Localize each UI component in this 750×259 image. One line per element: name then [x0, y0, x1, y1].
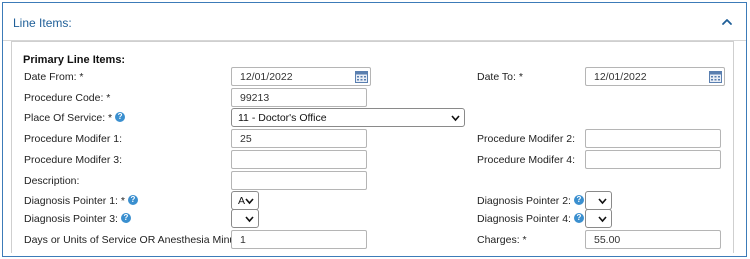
calendar-icon[interactable] — [709, 70, 722, 83]
modifier-1-input[interactable]: 25 — [231, 129, 367, 148]
date-from-value: 12/01/2022 — [240, 71, 293, 83]
help-icon[interactable]: ? — [115, 112, 126, 123]
date-from-input[interactable]: 12/01/2022 — [231, 67, 371, 86]
diagnosis-pointer-2-select[interactable] — [585, 191, 612, 210]
place-of-service-label-text: Place Of Service: * — [24, 112, 113, 124]
chevron-down-icon — [245, 198, 254, 205]
modifier-4-label: Procedure Modifer 4: — [477, 154, 576, 166]
place-of-service-select[interactable]: 11 - Doctor's Office — [231, 108, 465, 127]
chevron-down-icon — [451, 115, 460, 122]
diagnosis-pointer-1-label-text: Diagnosis Pointer 1: * — [24, 195, 125, 207]
diagnosis-pointer-2-label: Diagnosis Pointer 2:? — [477, 195, 584, 207]
description-input[interactable] — [231, 171, 367, 190]
date-to-value: 12/01/2022 — [594, 71, 647, 83]
help-icon[interactable]: ? — [120, 213, 131, 224]
diagnosis-pointer-3-select[interactable] — [231, 209, 259, 228]
diagnosis-pointer-3-label: Diagnosis Pointer 3:? — [24, 213, 131, 225]
chevron-down-icon — [245, 216, 254, 223]
days-units-label: Days or Units of Service OR Anesthesia M… — [24, 234, 257, 246]
diagnosis-pointer-4-label-text: Diagnosis Pointer 4: — [477, 213, 571, 225]
diagnosis-pointer-1-label: Diagnosis Pointer 1: *? — [24, 195, 138, 207]
help-icon[interactable]: ? — [127, 195, 138, 206]
place-of-service-label: Place Of Service: *? — [24, 112, 126, 124]
charges-label: Charges: * — [477, 234, 527, 246]
diagnosis-pointer-1-select[interactable]: A — [231, 191, 259, 210]
date-from-label: Date From: * — [24, 71, 84, 83]
diagnosis-pointer-4-select[interactable] — [585, 209, 612, 228]
modifier-3-label: Procedure Modifer 3: — [24, 154, 123, 166]
modifier-4-input[interactable] — [585, 150, 721, 169]
modifier-2-label: Procedure Modifer 2: — [477, 133, 576, 145]
section-title: Primary Line Items: — [23, 54, 126, 66]
procedure-code-value: 99213 — [240, 92, 270, 104]
date-to-input[interactable]: 12/01/2022 — [585, 67, 725, 86]
diagnosis-pointer-4-label: Diagnosis Pointer 4:? — [477, 213, 584, 225]
date-to-label: Date To: * — [477, 71, 523, 83]
chevron-down-icon — [598, 216, 607, 223]
calendar-icon[interactable] — [355, 70, 368, 83]
modifier-3-input[interactable] — [231, 150, 367, 169]
charges-value: 55.00 — [594, 234, 621, 246]
procedure-code-label: Procedure Code: * — [24, 92, 111, 104]
description-label: Description: — [24, 175, 80, 187]
diagnosis-pointer-1-value: A — [238, 195, 246, 207]
modifier-1-value: 25 — [240, 133, 252, 145]
panel-title: Line Items: — [13, 16, 72, 30]
help-icon[interactable]: ? — [573, 213, 584, 224]
panel-header[interactable]: Line Items: — [3, 3, 746, 41]
days-units-value: 1 — [240, 234, 246, 246]
place-of-service-value: 11 - Doctor's Office — [238, 112, 327, 124]
chevron-up-icon[interactable] — [720, 15, 734, 29]
days-units-input[interactable]: 1 — [231, 230, 367, 249]
procedure-code-input[interactable]: 99213 — [231, 88, 367, 107]
diagnosis-pointer-2-label-text: Diagnosis Pointer 2: — [477, 195, 571, 207]
help-icon[interactable]: ? — [573, 195, 584, 206]
diagnosis-pointer-3-label-text: Diagnosis Pointer 3: — [24, 213, 118, 225]
charges-input[interactable]: 55.00 — [585, 230, 721, 249]
chevron-down-icon — [598, 198, 607, 205]
modifier-2-input[interactable] — [585, 129, 721, 148]
modifier-1-label: Procedure Modifer 1: — [24, 133, 123, 145]
